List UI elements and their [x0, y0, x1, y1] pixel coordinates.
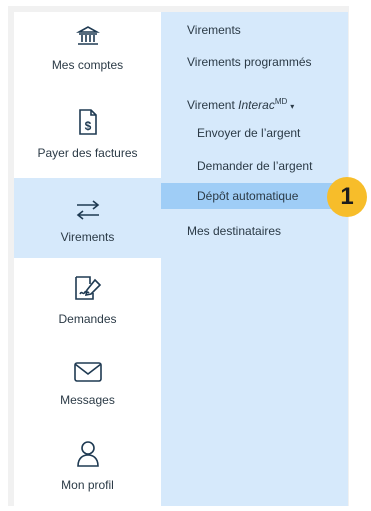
- submenu-panel: Virements Virements programmés Virement …: [161, 12, 348, 506]
- signed-document-icon: [14, 274, 161, 307]
- sidebar-item-messages[interactable]: Messages: [14, 361, 161, 421]
- trademark-superscript: MD: [274, 97, 288, 106]
- transfer-arrows-icon: [14, 200, 161, 225]
- bill-icon: $: [14, 108, 161, 141]
- sidebar-item-label: Messages: [60, 393, 115, 407]
- submenu-item-label: Mes destinataires: [187, 224, 282, 238]
- submenu-item-label: Virements: [187, 23, 241, 37]
- callout-number-badge: 1: [327, 177, 367, 217]
- svg-text:$: $: [84, 119, 91, 133]
- interac-label: Interac: [238, 98, 275, 112]
- submenu-item-envoyer-argent[interactable]: Envoyer de l’argent: [161, 120, 348, 146]
- sidebar-item-demandes[interactable]: Demandes: [14, 274, 161, 334]
- sidebar-item-label: Mon profil: [61, 478, 114, 492]
- sidebar-item-mes-comptes[interactable]: Mes comptes: [14, 24, 161, 84]
- submenu-item-demander-argent[interactable]: Demander de l’argent: [161, 153, 348, 179]
- submenu-item-mes-destinataires[interactable]: Mes destinataires: [161, 218, 348, 244]
- user-icon: [14, 440, 161, 473]
- sidebar-item-payer-des-factures[interactable]: $ Payer des factures: [14, 108, 161, 168]
- sidebar: Mes comptes $ Payer des factures Viremen…: [14, 12, 161, 506]
- submenu-item-virements[interactable]: Virements: [161, 17, 348, 43]
- sidebar-item-label: Demandes: [58, 312, 117, 326]
- caret-down-icon: ▾: [290, 102, 295, 111]
- sidebar-item-label: Mes comptes: [51, 58, 124, 72]
- sidebar-item-mon-profil[interactable]: Mon profil: [14, 440, 161, 500]
- submenu-item-label: Demander de l’argent: [197, 159, 313, 173]
- submenu-item-label: Dépôt automatique: [197, 189, 299, 203]
- submenu-item-label: Virement: [187, 98, 239, 112]
- bank-icon: [14, 24, 161, 53]
- submenu-item-label: Envoyer de l’argent: [197, 126, 301, 140]
- submenu-item-virements-programmes[interactable]: Virements programmés: [161, 49, 348, 75]
- sidebar-item-label: Virements: [60, 230, 115, 244]
- submenu-item-virement-interac[interactable]: Virement InteracMD▾: [161, 89, 348, 115]
- sidebar-item-label: Payer des factures: [37, 146, 138, 160]
- envelope-icon: [14, 361, 161, 388]
- sidebar-item-virements[interactable]: Virements: [14, 178, 161, 258]
- submenu-item-depot-automatique[interactable]: Dépôt automatique: [161, 183, 348, 209]
- submenu-item-label: Virements programmés: [187, 55, 312, 69]
